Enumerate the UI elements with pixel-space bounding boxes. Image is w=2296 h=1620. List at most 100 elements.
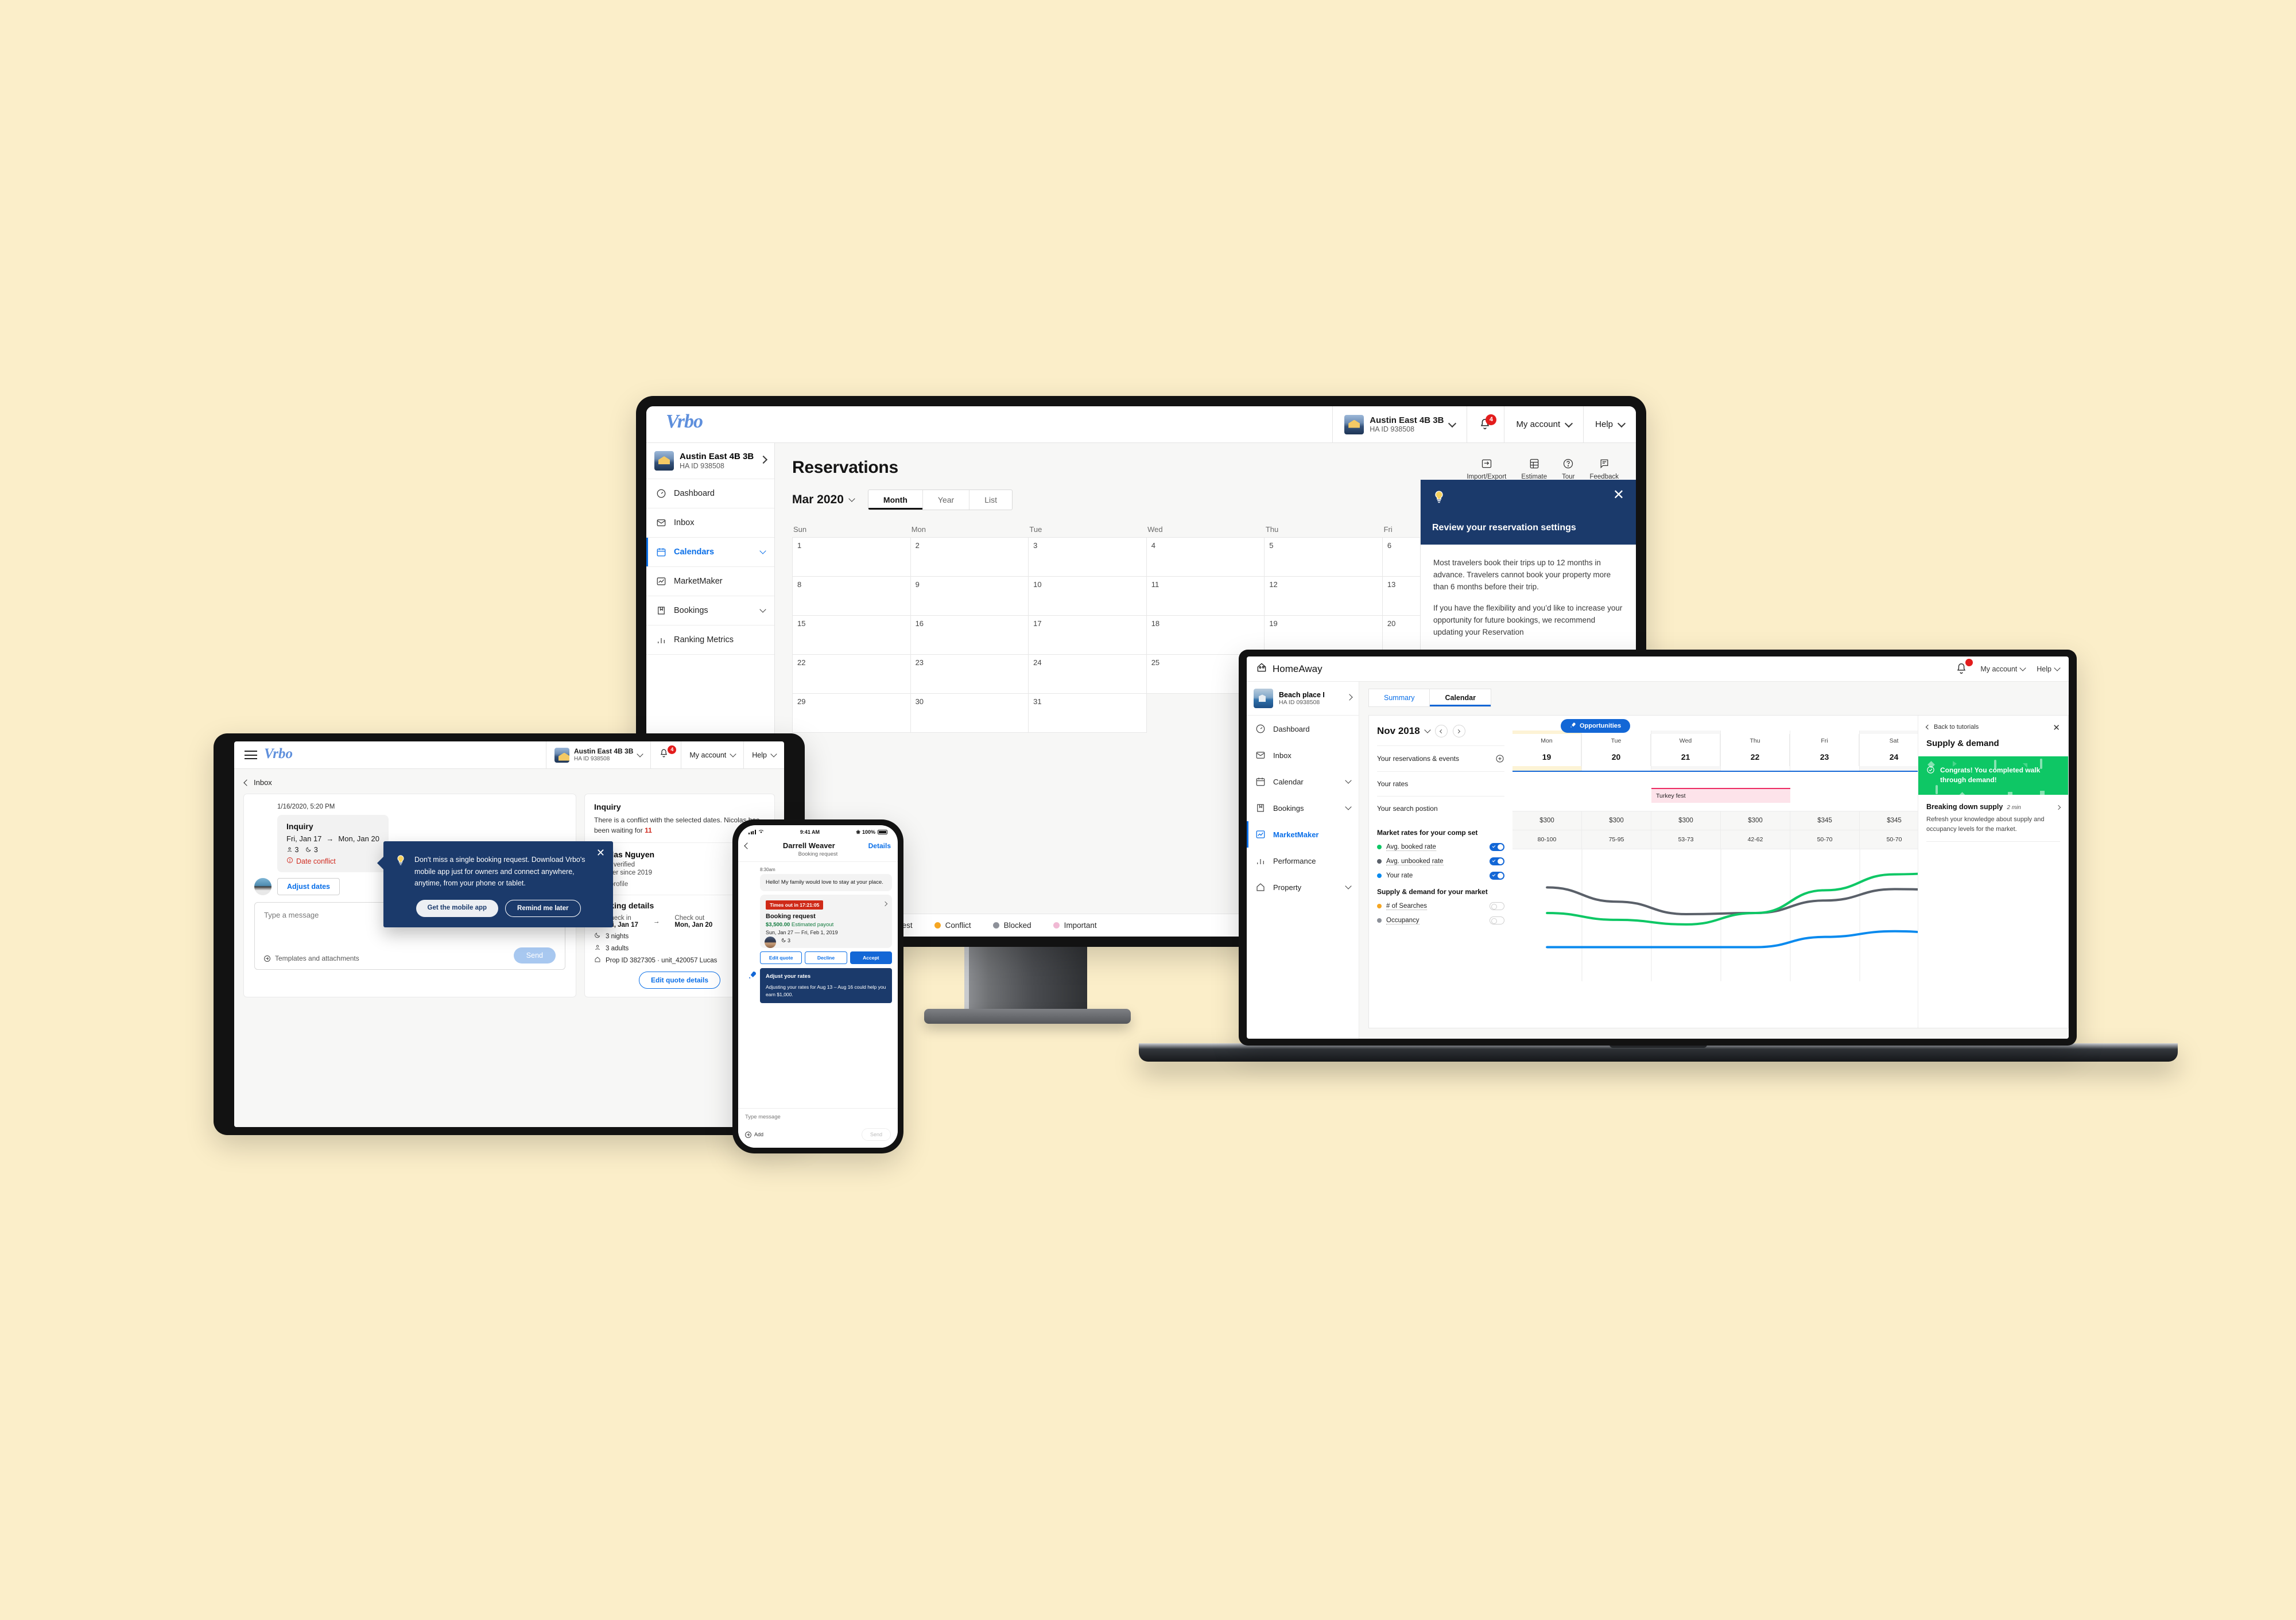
estimate-button[interactable]: Estimate — [1521, 458, 1547, 480]
calendar-day[interactable]: 29 — [793, 694, 911, 733]
remind-me-later-button[interactable]: Remind me later — [505, 899, 581, 917]
sidebar-item-bookings[interactable]: Bookings — [646, 596, 774, 626]
breadcrumb[interactable]: Inbox — [243, 775, 775, 794]
rate-cell[interactable]: $300 — [1582, 811, 1651, 830]
calendar-day[interactable]: 16 — [910, 616, 1029, 655]
sidebar-item-dashboard[interactable]: Dashboard — [1247, 716, 1359, 742]
next-month-button[interactable] — [1452, 725, 1465, 737]
calendar-day[interactable]: 22 — [793, 655, 911, 694]
calendar-day[interactable]: 5 — [1265, 538, 1383, 577]
import-export-button[interactable]: Import/Export — [1467, 458, 1506, 480]
tab-list[interactable]: List — [969, 490, 1012, 510]
notifications-button[interactable] — [1955, 658, 1973, 676]
calendar-day[interactable]: 12 — [1265, 577, 1383, 616]
toggle-occupancy[interactable] — [1490, 916, 1504, 924]
tab-calendar[interactable]: Calendar — [1430, 689, 1491, 707]
my-account-menu[interactable]: My account — [1980, 664, 2026, 673]
close-icon[interactable]: ✕ — [1613, 488, 1624, 502]
message-input[interactable]: Type message — [745, 1114, 891, 1120]
sidebar-item-calendars[interactable]: Calendars — [646, 538, 774, 567]
vrbo-logo[interactable]: Vrbo — [646, 406, 703, 442]
legend-avg-unbooked-rate[interactable]: Avg. unbooked rate — [1377, 857, 1504, 865]
sidebar-item-marketmaker[interactable]: MarketMaker — [646, 567, 774, 596]
day-col-header[interactable]: Wed 21 — [1651, 731, 1721, 771]
day-col-header[interactable]: Thu 22 — [1721, 731, 1790, 771]
get-mobile-app-button[interactable]: Get the mobile app — [416, 899, 499, 917]
send-button[interactable]: Send — [861, 1128, 891, 1141]
chevron-down-icon[interactable] — [1424, 727, 1431, 733]
opportunities-pill[interactable]: Opportunities — [1561, 719, 1631, 733]
toggle-searches[interactable] — [1490, 902, 1504, 910]
sidebar-item-bookings[interactable]: Bookings — [1247, 795, 1359, 821]
toggle-avg-unbooked-rate[interactable] — [1490, 857, 1504, 865]
templates-attachments-button[interactable]: Templates and attachments — [264, 954, 359, 962]
sidebar-item-inbox[interactable]: Inbox — [1247, 742, 1359, 768]
tab-month[interactable]: Month — [868, 490, 923, 510]
calendar-day[interactable]: 18 — [1146, 616, 1265, 655]
calendar-day[interactable]: 19 — [1265, 616, 1383, 655]
calendar-day[interactable]: 9 — [910, 577, 1029, 616]
send-button[interactable]: Send — [513, 947, 556, 964]
market-event-turkey-fest[interactable]: Turkey fest — [1651, 788, 1790, 803]
details-link[interactable]: Details — [868, 842, 891, 850]
sidebar-item-calendar[interactable]: Calendar — [1247, 768, 1359, 795]
calendar-day[interactable]: 30 — [910, 694, 1029, 733]
sidebar-item-marketmaker[interactable]: MarketMaker — [1247, 821, 1359, 848]
help-menu[interactable]: Help — [2037, 664, 2061, 673]
legend-searches[interactable]: # of Searches — [1377, 902, 1504, 910]
notifications-button[interactable]: 4 — [1467, 406, 1504, 442]
tutorial-list-item[interactable]: Breaking down supply 2 min Refresh your … — [1918, 795, 2068, 850]
add-attachment-button[interactable]: Add — [745, 1131, 763, 1138]
adjust-rates-promo[interactable]: Adjust your rates Adjusting your rates f… — [749, 968, 892, 1004]
calendar-day[interactable]: 23 — [910, 655, 1029, 694]
back-to-tutorials-link[interactable]: Back to tutorials — [1918, 716, 2068, 731]
close-icon[interactable]: ✕ — [596, 847, 605, 859]
calendar-day[interactable]: 2 — [910, 538, 1029, 577]
edit-quote-details-button[interactable]: Edit quote details — [638, 972, 720, 989]
help-menu[interactable]: Help — [743, 741, 784, 768]
rate-cell[interactable]: $300 — [1512, 811, 1582, 830]
sidebar-property[interactable]: Austin East 4B 3B HA ID 938508 — [646, 443, 774, 479]
tab-summary[interactable]: Summary — [1368, 689, 1430, 707]
calendar-day[interactable]: 10 — [1029, 577, 1147, 616]
calendar-day[interactable]: 11 — [1146, 577, 1265, 616]
accept-button[interactable]: Accept — [850, 951, 892, 964]
legend-avg-booked-rate[interactable]: Avg. booked rate — [1377, 843, 1504, 851]
sidebar-item-ranking-metrics[interactable]: Ranking Metrics — [646, 626, 774, 655]
add-event-button[interactable] — [1495, 754, 1504, 763]
my-account-menu[interactable]: My account — [681, 741, 743, 768]
legend-occupancy[interactable]: Occupancy — [1377, 916, 1504, 924]
booking-request-card[interactable]: Times out in 17:21:05 Booking request $3… — [760, 894, 892, 948]
adjust-dates-button[interactable]: Adjust dates — [277, 878, 340, 895]
calendar-day[interactable]: 8 — [793, 577, 911, 616]
day-col-header[interactable]: Mon 19Mon19 — [1512, 731, 1582, 771]
sidebar-item-performance[interactable]: Performance — [1247, 848, 1359, 874]
toggle-your-rate[interactable] — [1490, 872, 1504, 880]
calendar-day[interactable]: 17 — [1029, 616, 1147, 655]
sidebar-property[interactable]: Beach place I HA ID 0938508 — [1247, 682, 1359, 716]
tour-button[interactable]: Tour — [1562, 458, 1574, 480]
rate-cell[interactable]: $345 — [1790, 811, 1860, 830]
hamburger-menu-icon[interactable] — [245, 751, 257, 760]
sidebar-item-property[interactable]: Property — [1247, 874, 1359, 900]
decline-button[interactable]: Decline — [805, 951, 847, 964]
homeaway-logo[interactable]: HomeAway — [1256, 662, 1322, 676]
property-switcher[interactable]: Austin East 4B 3B HA ID 938508 — [546, 741, 650, 768]
feedback-button[interactable]: Feedback — [1589, 458, 1619, 480]
toggle-avg-booked-rate[interactable] — [1490, 843, 1504, 851]
vrbo-logo[interactable]: Vrbo — [264, 741, 293, 768]
calendar-day[interactable]: 15 — [793, 616, 911, 655]
calendar-day[interactable]: 24 — [1029, 655, 1147, 694]
day-col-header[interactable]: Fri 23 — [1790, 731, 1860, 771]
prev-month-button[interactable] — [1434, 725, 1448, 737]
my-account-menu[interactable]: My account — [1504, 406, 1583, 442]
help-menu[interactable]: Help — [1583, 406, 1636, 442]
month-selector[interactable]: Mar 2020 — [792, 493, 855, 507]
property-switcher[interactable]: Austin East 4B 3B HA ID 938508 — [1332, 406, 1467, 442]
rate-cell[interactable]: $300 — [1721, 811, 1790, 830]
day-col-header[interactable]: Tue 20 — [1582, 731, 1651, 771]
sidebar-item-dashboard[interactable]: Dashboard — [646, 479, 774, 508]
rate-cell[interactable]: $300 — [1651, 811, 1721, 830]
edit-quote-button[interactable]: Edit quote — [760, 951, 802, 964]
close-icon[interactable]: ✕ — [2053, 722, 2060, 733]
